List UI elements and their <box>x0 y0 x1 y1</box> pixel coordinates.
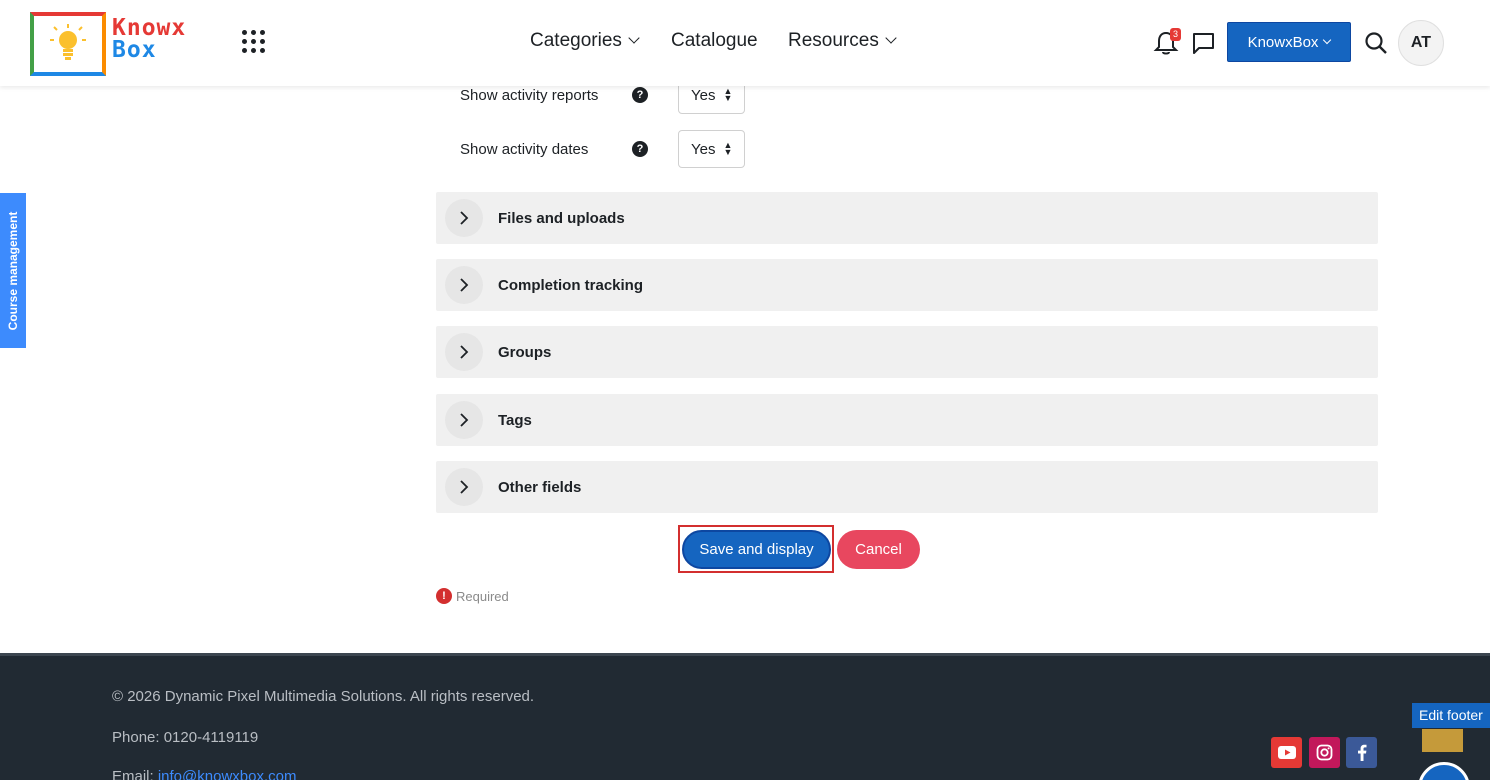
chevron-right-icon[interactable] <box>445 468 483 506</box>
section-other-fields[interactable]: Other fields <box>436 461 1378 513</box>
brand-name[interactable]: Knowx Box <box>112 14 186 64</box>
notification-badge: 3 <box>1170 28 1181 41</box>
required-icon: ! <box>436 588 452 604</box>
logo[interactable] <box>30 12 106 76</box>
help-icon[interactable]: ? <box>632 87 648 103</box>
footer-phone: Phone: 0120-4119119 <box>112 729 259 746</box>
save-and-display-button[interactable]: Save and display <box>682 530 831 569</box>
activity-dates-label: Show activity dates <box>460 140 589 158</box>
activity-reports-label: Show activity reports <box>460 86 599 104</box>
nav-catalogue-label: Catalogue <box>671 30 758 51</box>
section-title: Groups <box>498 343 552 361</box>
section-title: Tags <box>498 411 532 429</box>
nav-categories[interactable]: Categories <box>530 30 640 52</box>
required-label: Required <box>456 588 509 604</box>
cancel-button[interactable]: Cancel <box>837 530 920 569</box>
chevron-right-icon[interactable] <box>445 199 483 237</box>
section-completion-tracking[interactable]: Completion tracking <box>436 259 1378 311</box>
course-management-label: Course management <box>6 211 20 330</box>
chevron-down-icon <box>628 32 640 44</box>
activity-reports-value: Yes <box>691 86 716 104</box>
scroll-to-top-button[interactable] <box>1422 729 1463 752</box>
site-footer <box>0 653 1490 780</box>
site-header: Knowx Box Categories Catalogue Resources… <box>0 0 1490 86</box>
instagram-icon[interactable] <box>1309 737 1340 768</box>
chevron-down-icon <box>1323 35 1332 45</box>
section-groups[interactable]: Groups <box>436 326 1378 378</box>
footer-email: Email: info@knowxbox.com <box>112 768 296 780</box>
lightbulb-icon <box>50 24 86 60</box>
footer-email-prefix: Email: <box>112 768 158 780</box>
activity-dates-value: Yes <box>691 140 716 158</box>
chevron-right-icon[interactable] <box>445 333 483 371</box>
apps-grid-icon[interactable] <box>242 30 266 54</box>
footer-copyright: © 2026 Dynamic Pixel Multimedia Solution… <box>112 688 535 705</box>
footer-email-link[interactable]: info@knowxbox.com <box>158 768 297 780</box>
user-menu-label: KnowxBox <box>1247 33 1319 51</box>
section-title: Other fields <box>498 478 582 496</box>
avatar[interactable]: AT <box>1398 20 1444 66</box>
section-title: Files and uploads <box>498 209 625 227</box>
chevron-right-icon[interactable] <box>445 401 483 439</box>
facebook-icon[interactable] <box>1346 737 1377 768</box>
section-files-and-uploads[interactable]: Files and uploads <box>436 192 1378 244</box>
required-note: ! Required <box>436 588 509 604</box>
edit-footer-button[interactable]: Edit footer <box>1412 703 1490 728</box>
section-tags[interactable]: Tags <box>436 394 1378 446</box>
search-icon[interactable] <box>1364 31 1388 55</box>
chat-icon[interactable] <box>1191 31 1216 55</box>
youtube-icon[interactable] <box>1271 737 1302 768</box>
user-menu-button[interactable]: KnowxBox <box>1227 22 1351 62</box>
nav-resources[interactable]: Resources <box>788 30 897 52</box>
form-row-activity-dates: Show activity dates ? Yes ▲ ▼ <box>460 130 745 168</box>
chevron-right-icon[interactable] <box>445 266 483 304</box>
chevron-down-icon <box>885 32 897 44</box>
section-title: Completion tracking <box>498 276 644 294</box>
course-management-tab[interactable]: Course management <box>0 193 26 348</box>
help-icon[interactable]: ? <box>632 141 648 157</box>
nav-catalogue[interactable]: Catalogue <box>671 30 758 52</box>
nav-categories-label: Categories <box>530 30 622 51</box>
nav-resources-label: Resources <box>788 30 879 51</box>
sort-arrows-icon: ▲ ▼ <box>723 86 733 103</box>
sort-arrows-icon: ▲ ▼ <box>723 140 733 157</box>
activity-dates-select[interactable]: Yes ▲ ▼ <box>678 130 745 168</box>
